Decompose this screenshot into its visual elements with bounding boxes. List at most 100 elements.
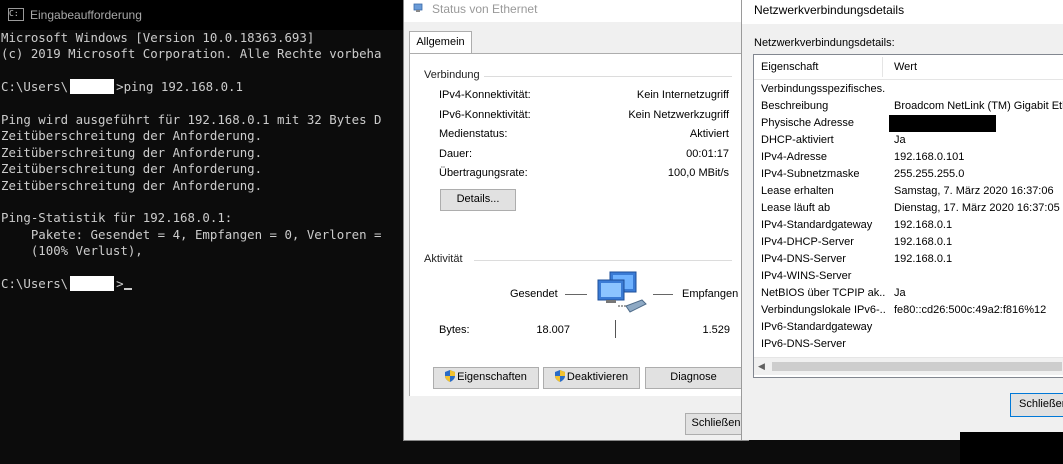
column-divider[interactable] [882, 57, 883, 77]
property-cell: IPv4-WINS-Server [761, 270, 852, 282]
properties-button[interactable]: Eigenschaften [433, 367, 539, 389]
status-close-button[interactable]: Schließen [685, 413, 747, 435]
ipv4-connectivity-label: IPv4-Konnektivität: [439, 89, 531, 101]
column-property[interactable]: Eigenschaft [761, 61, 818, 73]
property-cell: Lease erhalten [761, 185, 834, 197]
disable-button[interactable]: Deaktivieren [543, 367, 640, 389]
console-line: Ping-Statistik für 192.168.0.1: [1, 210, 410, 226]
property-cell: IPv4-DHCP-Server [761, 236, 854, 248]
table-row[interactable]: Verbindungsspezifisches... [754, 81, 1063, 98]
property-cell: IPv6-DNS-Server [761, 338, 846, 350]
network-icon [413, 3, 423, 12]
value-cell: Ja [894, 134, 906, 146]
table-row[interactable]: DHCP-aktiviert Ja [754, 132, 1063, 149]
console-title-bar[interactable]: C: Eingabeaufforderung [0, 0, 410, 30]
activity-heading: Aktivität [424, 253, 463, 265]
ethernet-status-window: Status von Ethernet Allgemein Verbindung… [403, 0, 755, 441]
duration-value: 00:01:17 [686, 148, 729, 160]
table-row[interactable]: NetBIOS über TCPIP ak... Ja [754, 285, 1063, 302]
value-cell: Broadcom NetLink (TM) Gigabit Ethe [894, 100, 1063, 112]
console-line-text: Ping wird ausgeführt für 192.168.0.1 mit… [1, 111, 382, 127]
console-line: Zeitüberschreitung der Anforderung. [1, 128, 410, 144]
tab-allgemein[interactable]: Allgemein [409, 31, 472, 55]
status-title-bar[interactable]: Status von Ethernet [404, 0, 749, 22]
table-row[interactable]: IPv6-DNS-Server [754, 336, 1063, 353]
value-cell: Dienstag, 17. März 2020 16:37:05 [894, 202, 1060, 214]
table-row[interactable]: Lease läuft ab Dienstag, 17. März 2020 16… [754, 200, 1063, 217]
media-status-value: Aktiviert [689, 128, 729, 140]
console-window: C: Eingabeaufforderung Microsoft Windows… [0, 0, 410, 464]
connection-details-window: Netzwerkverbindungsdetails Netzwerkverbi… [741, 0, 1063, 440]
console-line: Zeitüberschreitung der Anforderung. [1, 161, 410, 177]
redacted-username [70, 275, 115, 291]
property-cell: Verbindungslokale IPv6-... [761, 304, 886, 316]
properties-label: Eigenschaften [457, 371, 527, 383]
speed-label: Übertragungsrate: [439, 167, 528, 179]
bytes-separator [615, 320, 616, 338]
table-row[interactable]: IPv4-Subnetzmaske 255.255.255.0 [754, 166, 1063, 183]
console-line-text: Zeitüberschreitung der Anforderung. [1, 177, 263, 193]
property-cell: Verbindungsspezifisches... [761, 83, 886, 95]
table-row[interactable]: Beschreibung Broadcom NetLink (TM) Gigabi… [754, 98, 1063, 115]
listview-header: Eigenschaft Wert [754, 55, 1063, 80]
table-row[interactable]: Lease erhalten Samstag, 7. März 2020 16:3… [754, 183, 1063, 200]
scroll-left-icon[interactable]: ◀ [758, 361, 765, 372]
column-value[interactable]: Wert [894, 61, 917, 73]
console-line-text: Ping-Statistik für 192.168.0.1: [1, 210, 233, 226]
value-cell: Ja [894, 287, 906, 299]
property-cell: IPv4-Adresse [761, 151, 828, 163]
diagnose-button[interactable]: Diagnose [645, 367, 742, 389]
console-line-text: (c) 2019 Microsoft Corporation. Alle Rec… [1, 46, 382, 62]
network-computers-icon [597, 271, 647, 313]
property-cell: Physische Adresse [761, 117, 854, 129]
connection-divider [484, 76, 732, 77]
console-line-text: (100% Verlust), [1, 243, 143, 259]
value-cell: 192.168.0.1 [894, 253, 953, 265]
general-panel: Verbindung IPv4-Konnektivität: Kein Inte… [409, 53, 755, 396]
table-row[interactable]: IPv6-Standardgateway [754, 319, 1063, 336]
table-row[interactable]: IPv4-Standardgateway 192.168.0.1 [754, 217, 1063, 234]
value-cell: 192.168.0.1 [894, 219, 953, 231]
console-line-text: Zeitüberschreitung der Anforderung. [1, 144, 263, 160]
status-title: Status von Ethernet [432, 2, 538, 16]
value-cell: fe80::cd26:500c:49a2:f816%12 [894, 304, 1047, 316]
table-row[interactable]: IPv4-Adresse 192.168.0.101 [754, 149, 1063, 166]
activity-divider [474, 260, 732, 261]
table-row[interactable]: IPv4-WINS-Server [754, 268, 1063, 285]
details-close-button[interactable]: Schließen [1010, 393, 1063, 417]
table-row[interactable]: IPv4-DHCP-Server 192.168.0.1 [754, 234, 1063, 251]
media-status-label: Medienstatus: [439, 128, 508, 140]
sent-line [565, 294, 587, 295]
value-cell: 255.255.255.0 [894, 168, 965, 180]
table-row[interactable]: Physische Adresse [754, 115, 1063, 132]
console-line: Microsoft Windows [Version 10.0.18363.69… [1, 30, 410, 46]
console-line-text: C:\Users\ [1, 275, 69, 291]
sent-label: Gesendet [510, 288, 558, 300]
horizontal-scrollbar[interactable]: ◀ [754, 357, 1063, 375]
details-title: Netzwerkverbindungsdetails [754, 3, 905, 17]
duration-label: Dauer: [439, 148, 473, 160]
details-listview[interactable]: Eigenschaft Wert Verbindungsspezifisches… [753, 54, 1063, 378]
redacted-mac-address [889, 115, 996, 132]
console-line: Ping wird ausgeführt für 192.168.0.1 mit… [1, 112, 410, 128]
scroll-thumb[interactable] [772, 362, 1062, 371]
console-line: C:\Users\ > [1, 275, 410, 292]
property-cell: IPv6-Standardgateway [761, 321, 873, 333]
table-row[interactable]: IPv4-DNS-Server 192.168.0.1 [754, 251, 1063, 268]
property-cell: IPv4-Standardgateway [761, 219, 873, 231]
table-row[interactable]: Verbindungslokale IPv6-... fe80::cd26:500… [754, 302, 1063, 319]
disable-label: Deaktivieren [566, 371, 629, 383]
text-cursor [123, 287, 132, 290]
console-line-text: > [116, 275, 124, 291]
console-output[interactable]: Microsoft Windows [Version 10.0.18363.69… [1, 30, 410, 292]
bytes-received-value: 1.529 [702, 324, 730, 336]
details-button[interactable]: Details... [440, 189, 516, 211]
console-line: Zeitüberschreitung der Anforderung. [1, 178, 410, 194]
property-cell: IPv4-DNS-Server [761, 253, 846, 265]
console-line: Pakete: Gesendet = 4, Empfangen = 0, Ver… [1, 227, 410, 243]
details-title-bar[interactable]: Netzwerkverbindungsdetails [742, 0, 1063, 24]
console-line-text: Pakete: Gesendet = 4, Empfangen = 0, Ver… [1, 226, 382, 242]
